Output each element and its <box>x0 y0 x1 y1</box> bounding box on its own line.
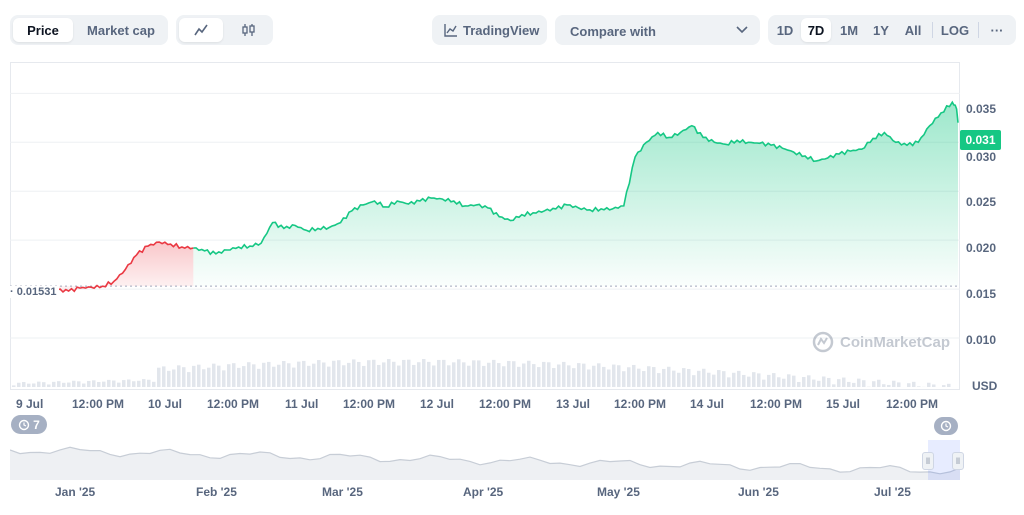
x-tick-label: 11 Jul <box>285 397 319 411</box>
time-range-selector: 1D 7D 1M 1Y All LOG ··· <box>768 15 1016 45</box>
candlestick-button[interactable] <box>227 18 271 42</box>
tradingview-icon <box>444 24 457 37</box>
line-chart-icon <box>194 24 208 36</box>
y-tick-label: 0.035 <box>966 102 997 116</box>
current-price-badge: 0.031 <box>960 130 1001 150</box>
tradingview-label: TradingView <box>463 23 540 38</box>
x-tick-label: 12:00 PM <box>886 397 939 411</box>
navigator-month-label: Jul '25 <box>874 485 911 499</box>
coinmarketcap-logo-icon <box>812 331 834 353</box>
range-1d-button[interactable]: 1D <box>771 18 799 42</box>
x-tick-label: 9 Jul <box>16 397 44 411</box>
range-7d-button[interactable]: 7D <box>801 18 831 42</box>
y-tick-label: 0.015 <box>966 287 997 301</box>
x-tick-label: 14 Jul <box>690 397 725 411</box>
price-type-toggle: Price Market cap <box>10 15 168 45</box>
candlestick-icon <box>242 24 255 36</box>
history-clock-icon <box>18 419 30 430</box>
range-divider <box>932 22 933 38</box>
reset-zoom-button[interactable] <box>934 417 958 435</box>
x-tick-label: 12:00 PM <box>72 397 125 411</box>
watermark-text: CoinMarketCap <box>840 333 951 351</box>
open-price-dot: · <box>10 286 17 298</box>
navigator-month-label: Jan '25 <box>55 485 96 499</box>
navigator-month-label: Mar '25 <box>322 485 363 499</box>
y-unit-label: USD <box>972 379 998 393</box>
y-tick-label: 0.020 <box>966 241 997 255</box>
compare-with-label: Compare with <box>570 24 656 39</box>
navigator-month-label: May '25 <box>597 485 640 499</box>
y-tick-label: 0.025 <box>966 195 997 209</box>
navigator-month-label: Jun '25 <box>738 485 779 499</box>
x-tick-label: 12:00 PM <box>750 397 803 411</box>
compare-with-dropdown[interactable]: Compare with <box>555 15 760 45</box>
market-cap-tab[interactable]: Market cap <box>78 18 164 42</box>
more-options-button[interactable]: ··· <box>982 18 1012 42</box>
open-price-value: 0.01531 <box>16 286 57 298</box>
history-count: 7 <box>33 417 40 432</box>
tradingview-button[interactable]: TradingView <box>432 15 547 45</box>
navigator-overview-chart <box>10 446 960 480</box>
y-tick-label: 0.010 <box>966 333 997 347</box>
navigator-month-label: Apr '25 <box>463 485 504 499</box>
y-tick-label: 0.030 <box>966 150 997 164</box>
navigator-panel[interactable]: ll ll <box>10 440 964 480</box>
chart-style-toggle <box>176 15 273 45</box>
x-tick-label: 15 Jul <box>826 397 861 411</box>
watermark: CoinMarketCap <box>812 331 950 353</box>
navigator-right-handle[interactable]: ll <box>952 452 964 470</box>
x-tick-label: 12:00 PM <box>479 397 532 411</box>
line-chart-button[interactable] <box>179 18 223 42</box>
range-1y-button[interactable]: 1Y <box>866 18 896 42</box>
x-tick-label: 10 Jul <box>148 397 183 411</box>
x-tick-label: 12:00 PM <box>614 397 667 411</box>
navigator-month-label: Feb '25 <box>196 485 237 499</box>
range-all-button[interactable]: All <box>898 18 928 42</box>
range-1m-button[interactable]: 1M <box>834 18 864 42</box>
x-tick-label: 12 Jul <box>420 397 455 411</box>
open-price-label: · 0.01531 <box>10 286 59 298</box>
price-tab[interactable]: Price <box>13 18 73 42</box>
reset-clock-icon <box>940 420 952 432</box>
x-tick-label: 12:00 PM <box>207 397 260 411</box>
range-divider-2 <box>978 22 979 38</box>
x-tick-label: 13 Jul <box>556 397 591 411</box>
history-badge[interactable]: 7 <box>11 415 47 434</box>
chevron-down-icon <box>736 26 748 34</box>
x-tick-label: 12:00 PM <box>343 397 396 411</box>
navigator-left-handle[interactable]: ll <box>922 452 934 470</box>
log-scale-button[interactable]: LOG <box>936 18 974 42</box>
